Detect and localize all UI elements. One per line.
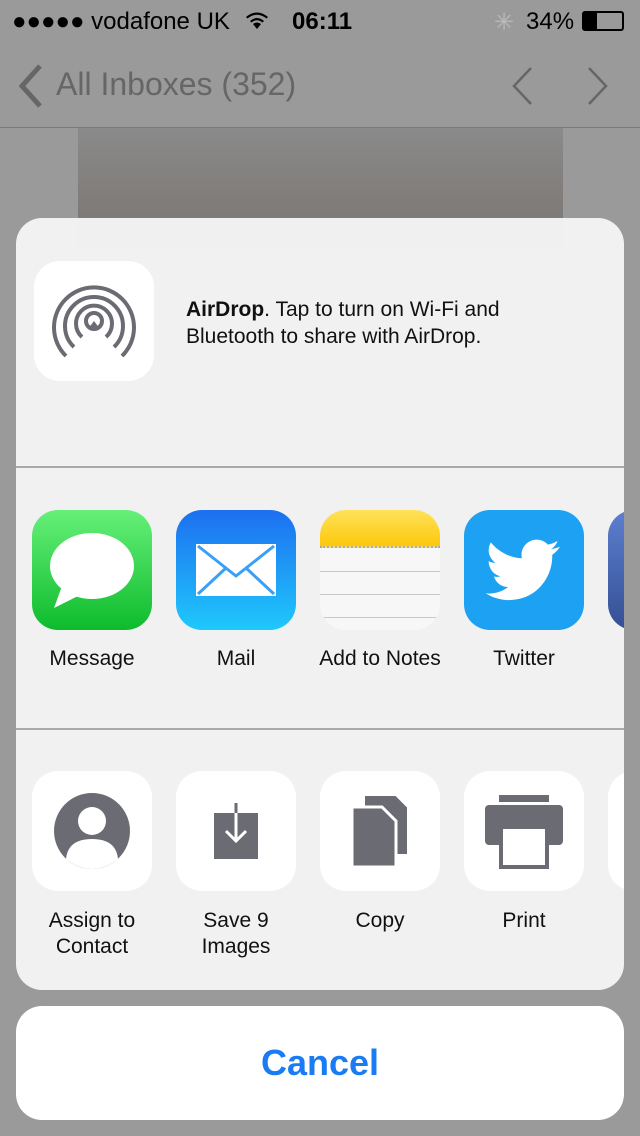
airdrop-description: AirDrop. Tap to turn on Wi-Fi and Blueto… [186,296,586,350]
airdrop-section[interactable]: AirDrop. Tap to turn on Wi-Fi and Blueto… [16,218,624,468]
clock: 06:11 [292,8,353,35]
share-message[interactable]: Message [20,510,164,672]
previous-message-icon[interactable] [510,66,534,106]
contact-icon [32,771,152,891]
notes-icon [320,510,440,630]
action-assign-to-contact[interactable]: Assign to Contact [20,771,164,960]
mail-icon [176,510,296,630]
app-label: Add to Notes [319,647,441,670]
nav-bar: All Inboxes (352) [0,40,640,128]
next-message-icon[interactable] [586,66,610,106]
action-label: Print [502,909,546,932]
share-twitter[interactable]: Twitter [452,510,596,672]
app-row[interactable]: Message Mail Add to Notes Twitter F [16,468,624,730]
app-label: Mail [216,647,256,670]
action-label: Q [596,908,624,934]
airdrop-icon[interactable] [34,261,154,381]
action-quick-look[interactable]: Q [596,771,624,934]
share-mail[interactable]: Mail [164,510,308,672]
share-add-to-notes[interactable]: Add to Notes [308,510,452,672]
action-label: Copy [355,909,405,932]
action-row[interactable]: Assign to Contact Save 9 Images Copy Pri… [16,730,624,990]
wifi-icon [246,12,268,29]
action-save-images[interactable]: Save 9 Images [164,771,308,960]
message-icon [32,510,152,630]
action-icon [608,771,624,891]
app-label: Message [49,647,135,670]
save-image-icon [176,771,296,891]
back-button-label[interactable]: All Inboxes (352) [56,66,296,103]
carrier: ●●●●● vodafone UK [12,8,230,35]
airdrop-title: AirDrop [186,298,265,321]
copy-icon [320,771,440,891]
battery-icon [582,11,624,31]
action-copy[interactable]: Copy [308,771,452,934]
cancel-button[interactable]: Cancel [16,1006,624,1120]
battery-percent: 34% [526,8,575,35]
action-label: Save 9 Images [201,909,271,958]
facebook-icon [608,510,624,630]
action-print[interactable]: Print [452,771,596,934]
printer-icon [464,771,584,891]
twitter-icon [464,510,584,630]
status-bar: ●●●●● vodafone UK 06:11 ✳ 34% [0,0,640,40]
activity-spinner-icon: ✳ [494,9,515,36]
action-label: Assign to Contact [48,909,136,958]
back-chevron-icon[interactable] [16,64,44,108]
share-facebook[interactable]: F [596,510,624,672]
share-sheet: AirDrop. Tap to turn on Wi-Fi and Blueto… [16,218,624,990]
app-label: Twitter [493,647,555,670]
app-label: F [596,646,624,672]
